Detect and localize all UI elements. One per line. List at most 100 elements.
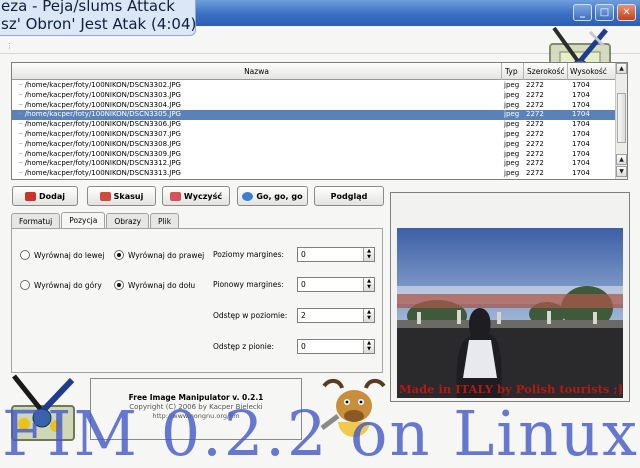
file-width-cell: 2272	[526, 110, 544, 119]
h-margin-label: Poziomy margines:	[213, 250, 285, 259]
column-header-height[interactable]: Wysokość	[568, 63, 617, 80]
align-right-label: Wyrównaj do prawej	[128, 250, 205, 260]
h-margin-spinbox[interactable]: 0 ▲ ▼	[297, 247, 375, 262]
file-name-cell: /home/kacper/foty/100NIKON/DSCN3314.JPG	[18, 179, 181, 180]
file-height-cell: 1704	[572, 90, 590, 99]
overlay-title: FIM 0.2.2 on Linux	[2, 397, 639, 468]
table-row[interactable]: /home/kacper/foty/100NIKON/DSCN3307.JPG j…	[12, 130, 617, 140]
file-height-cell: 1704	[572, 159, 590, 168]
table-row[interactable]: /home/kacper/foty/100NIKON/DSCN3308.JPG j…	[12, 140, 617, 150]
now-playing-tooltip: eza - Peja/slums Attack sz' Obron' Jest …	[0, 0, 196, 36]
file-height-cell: 1704	[572, 129, 590, 138]
minimize-button[interactable]: _	[573, 4, 592, 21]
remove-button[interactable]: Skasuj	[87, 186, 156, 206]
file-height-cell: 1704	[572, 81, 590, 89]
table-row[interactable]: /home/kacper/foty/100NIKON/DSCN3312.JPG j…	[12, 159, 617, 169]
spin-arrows-icon[interactable]: ▲ ▼	[363, 278, 374, 291]
table-row[interactable]: /home/kacper/foty/100NIKON/DSCN3305.JPG j…	[12, 110, 617, 121]
radio-dot[interactable]	[20, 250, 30, 260]
table-row[interactable]: /home/kacper/foty/100NIKON/DSCN3313.JPG j…	[12, 169, 617, 179]
file-width-cell: 2272	[526, 129, 544, 138]
align-left-radio[interactable]: Wyrównaj do lewej	[20, 250, 104, 260]
file-type-cell: jpeg	[504, 100, 520, 109]
file-type-cell: jpeg	[504, 90, 520, 99]
preview-caption: Made in ITALY by Polish tourists ;]	[398, 382, 624, 396]
toolbar-grip-icon[interactable]: ⋮	[6, 43, 13, 50]
v-margin-label: Pionowy margines:	[213, 280, 284, 289]
spin-arrows-icon[interactable]: ▲ ▼	[363, 248, 374, 261]
scroll-thumb[interactable]	[617, 93, 626, 143]
file-width-cell: 2272	[526, 159, 544, 168]
file-width-cell: 2272	[526, 139, 544, 148]
close-button[interactable]: ✕	[617, 4, 636, 21]
align-left-label: Wyrównaj do lewej	[34, 250, 105, 260]
file-width-cell: 2272	[526, 149, 544, 158]
v-gap-spinbox[interactable]: 0 ▲ ▼	[297, 339, 375, 354]
file-name-cell: /home/kacper/foty/100NIKON/DSCN3302.JPG	[18, 81, 181, 91]
remove-button-label: Skasuj	[113, 191, 144, 201]
add-button[interactable]: Dodaj	[12, 186, 78, 206]
file-type-cell: jpeg	[504, 110, 520, 119]
align-right-radio[interactable]: Wyrównaj do prawej	[114, 250, 204, 260]
table-row[interactable]: /home/kacper/foty/100NIKON/DSCN3309.JPG j…	[12, 150, 617, 160]
table-row[interactable]: /home/kacper/foty/100NIKON/DSCN3314.JPG j…	[12, 179, 617, 180]
column-header-width[interactable]: Szerokość	[524, 63, 568, 80]
file-name-cell: /home/kacper/foty/100NIKON/DSCN3309.JPG	[18, 150, 181, 160]
align-bottom-radio[interactable]: Wyrównaj do dołu	[114, 280, 195, 290]
table-row[interactable]: /home/kacper/foty/100NIKON/DSCN3306.JPG j…	[12, 120, 617, 130]
preview-button[interactable]: Podgląd	[314, 186, 384, 206]
file-height-cell: 1704	[572, 149, 590, 158]
table-scrollbar[interactable]: ▲ ▲ ▼	[615, 63, 627, 179]
column-header-name[interactable]: Nazwa	[12, 63, 502, 80]
align-top-label: Wyrównaj do góry	[34, 280, 102, 290]
radio-dot-checked[interactable]	[114, 280, 124, 290]
file-width-cell: 2272	[526, 90, 544, 99]
file-height-cell: 1704	[572, 120, 590, 129]
v-margin-spinbox[interactable]: 0 ▲ ▼	[297, 277, 375, 292]
file-type-cell: jpeg	[504, 120, 520, 129]
spin-arrows-icon[interactable]: ▲ ▼	[363, 309, 374, 322]
preview-button-label: Podgląd	[330, 191, 368, 201]
align-top-radio[interactable]: Wyrównaj do góry	[20, 280, 102, 290]
file-type-cell: jpeg	[504, 129, 520, 138]
radio-dot[interactable]	[20, 280, 30, 290]
file-width-cell: 2272	[526, 169, 544, 178]
table-row[interactable]: /home/kacper/foty/100NIKON/DSCN3302.JPG j…	[12, 81, 617, 91]
tab-images[interactable]: Obrazy	[106, 213, 150, 229]
now-playing-line2: sz' Obron' Jest Atak (4:04)	[1, 15, 197, 33]
file-height-cell: 1704	[572, 110, 590, 119]
table-row[interactable]: /home/kacper/foty/100NIKON/DSCN3303.JPG j…	[12, 91, 617, 101]
file-table[interactable]: Nazwa Typ Szerokość Wysokość /home/kacpe…	[11, 62, 628, 180]
file-width-cell: 2272	[526, 120, 544, 129]
remove-icon	[99, 191, 111, 201]
maximize-button[interactable]: □	[595, 4, 614, 21]
h-gap-spinbox[interactable]: 2 ▲ ▼	[297, 308, 375, 323]
radio-dot-checked[interactable]	[114, 250, 124, 260]
go-button-label: Go, go, go	[256, 191, 303, 201]
file-height-cell: 1704	[572, 179, 590, 180]
file-width-cell: 2272	[526, 179, 544, 180]
file-name-cell: /home/kacper/foty/100NIKON/DSCN3303.JPG	[18, 91, 181, 101]
go-button[interactable]: Go, go, go	[237, 186, 308, 206]
scroll-up-icon[interactable]: ▲	[616, 63, 627, 74]
clear-button[interactable]: Wyczyść	[162, 186, 230, 206]
file-type-cell: jpeg	[504, 149, 520, 158]
add-button-label: Dodaj	[38, 191, 65, 201]
spin-arrows-icon[interactable]: ▲ ▼	[363, 340, 374, 353]
clear-button-label: Wyczyść	[183, 191, 223, 201]
column-header-type[interactable]: Typ	[502, 63, 524, 80]
table-row[interactable]: /home/kacper/foty/100NIKON/DSCN3304.JPG j…	[12, 101, 617, 111]
scroll-down-icon[interactable]: ▼	[616, 166, 627, 177]
window-controls: _ □ ✕	[573, 4, 636, 21]
file-width-cell: 2272	[526, 100, 544, 109]
clear-icon	[169, 191, 181, 201]
tab-format[interactable]: Formatuj	[11, 213, 61, 229]
menubar	[0, 36, 640, 54]
add-icon	[24, 191, 36, 201]
scroll-up-icon[interactable]: ▲	[616, 154, 627, 165]
h-gap-value: 2	[301, 311, 306, 320]
tab-file[interactable]: Plik	[150, 213, 180, 229]
file-name-cell: /home/kacper/foty/100NIKON/DSCN3306.JPG	[18, 120, 181, 130]
file-name-cell: /home/kacper/foty/100NIKON/DSCN3308.JPG	[18, 140, 181, 150]
h-gap-label: Odstęp w poziomie:	[213, 311, 288, 320]
